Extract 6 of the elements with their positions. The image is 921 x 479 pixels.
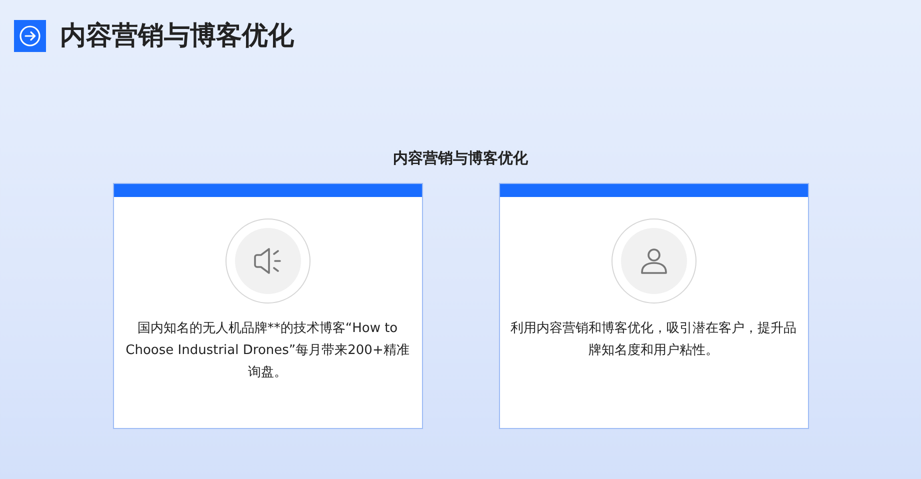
card-description: 国内知名的无人机品牌**的技术博客“How to Choose Industrial Drones”每月带来200+精准询盘。 xyxy=(124,320,410,382)
card-description: 利用内容营销和博客优化，吸引潜在客户，提升品牌知名度和用户粘性。 xyxy=(510,320,798,360)
speaker-icon xyxy=(224,218,310,304)
user-icon xyxy=(610,218,696,304)
section-title: 内容营销与博客优化 xyxy=(392,148,529,168)
page-title: 内容营销与博客优化 xyxy=(60,20,294,52)
